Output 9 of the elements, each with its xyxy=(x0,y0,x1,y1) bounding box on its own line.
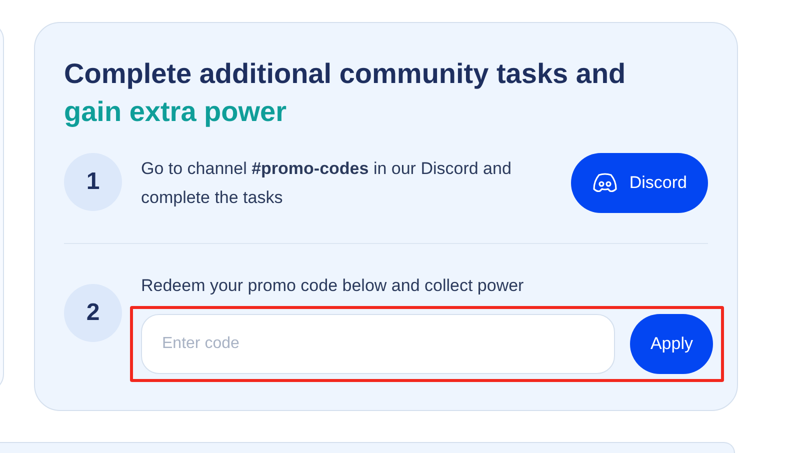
gamepad-face-icon xyxy=(592,173,618,193)
step-text: Go to channel #promo-codes in our Discord and complete the tasks xyxy=(141,158,512,209)
code-input[interactable]: Enter code xyxy=(141,314,616,374)
discord-button[interactable]: Discord xyxy=(571,153,708,213)
apply-button[interactable]: Apply xyxy=(630,314,713,374)
step-number: 1 xyxy=(64,153,122,211)
step-number: 2 xyxy=(64,284,122,342)
card-heading: Complete additional community tasks and gain extra power xyxy=(64,57,627,129)
step-text: Redeem your promo code below and collect power xyxy=(141,275,525,297)
